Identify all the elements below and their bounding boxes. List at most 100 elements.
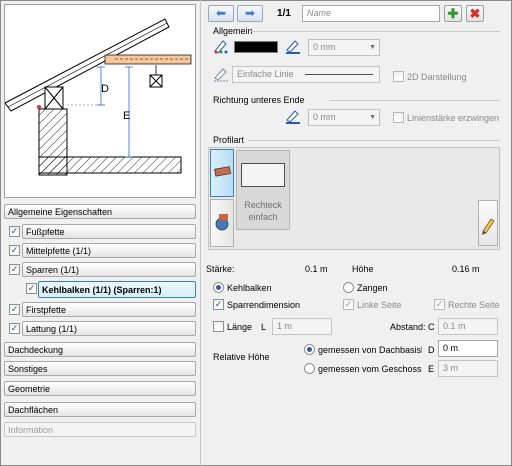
- profile-tab-library[interactable]: [210, 199, 234, 247]
- profile-rechteck-tile[interactable]: Rechteck einfach: [236, 150, 290, 230]
- tree-item-dachflaechen[interactable]: Dachflächen: [4, 402, 196, 417]
- abstand-label: Abstand:: [390, 322, 426, 332]
- tree-item-dachdeckung[interactable]: Dachdeckung: [4, 342, 196, 357]
- tree-item-label: Lattung (1/1): [26, 323, 78, 334]
- zangen-label: Zangen: [357, 283, 388, 293]
- radio-dachbasis[interactable]: [304, 344, 315, 355]
- radio-geschoss[interactable]: [304, 363, 315, 374]
- 2d-darstellung-label: 2D Darstellung: [407, 72, 467, 82]
- radio-zangen[interactable]: [343, 282, 354, 293]
- arrow-right-icon: ➡: [244, 6, 256, 20]
- element-counter: 1/1: [270, 5, 298, 22]
- tree-item-label: Information: [8, 424, 54, 435]
- profilart-separator: [248, 140, 500, 141]
- hoehe-label: Höhe: [352, 264, 374, 274]
- geschoss-input[interactable]: 3 m: [438, 360, 498, 377]
- abstand-input[interactable]: 0.1 m: [438, 318, 498, 335]
- line-type-field[interactable]: Einfache Linie: [232, 66, 380, 83]
- previous-button[interactable]: ⬅: [208, 5, 234, 22]
- tree-item-label: Sonstiges: [8, 363, 48, 374]
- tree-item-label: Fußpfette: [26, 226, 65, 237]
- pen-width-select[interactable]: 0 mm ▼: [308, 39, 380, 56]
- tree-item-lattung[interactable]: Lattung (1/1): [22, 321, 196, 336]
- end-pen-width-value: 0 mm: [313, 112, 336, 122]
- tree-item-label: Dachdeckung: [8, 344, 64, 355]
- line-type-value: Einfache Linie: [237, 69, 294, 79]
- abstand-letter: C: [428, 322, 435, 332]
- next-button[interactable]: ➡: [237, 5, 263, 22]
- checkbox-fusspfette[interactable]: ✓: [9, 226, 20, 237]
- tree-item-firstpfette[interactable]: Firstpfette: [22, 302, 196, 317]
- dachbasis-letter: D: [428, 345, 435, 355]
- laenge-label: Länge: [227, 322, 253, 332]
- profile-tab-beam[interactable]: [210, 149, 234, 197]
- checkbox-linienstaerke[interactable]: [393, 112, 404, 123]
- edit-profile-button[interactable]: [478, 200, 498, 246]
- richtung-title: Richtung unteres Ende: [213, 95, 305, 105]
- arrow-left-icon: ⬅: [215, 6, 227, 20]
- allgemein-title: Allgemein: [213, 26, 253, 36]
- profile-name: Rechteck einfach: [244, 200, 282, 222]
- checkbox-laenge[interactable]: [213, 321, 224, 332]
- plus-icon: ✚: [447, 6, 459, 21]
- tree-item-kehlbalken[interactable]: Kehlbalken (1/1) (Sparren:1): [38, 281, 196, 298]
- pen-color-swatch[interactable]: [234, 41, 278, 53]
- laenge-letter: L: [261, 322, 267, 332]
- roof-section-drawing: [4, 18, 192, 176]
- profile-library-icon: [215, 214, 229, 231]
- checkbox-sparren[interactable]: ✓: [9, 264, 20, 275]
- tree-item-label: Sparren (1/1): [26, 264, 80, 275]
- chevron-down-icon: ▼: [369, 44, 376, 51]
- pen-width-value: 0 mm: [313, 42, 336, 52]
- tree-item-sonstiges[interactable]: Sonstiges: [4, 361, 196, 376]
- checkbox-rechte-seite[interactable]: ✓: [434, 299, 445, 310]
- checkbox-mittelpfette[interactable]: ✓: [9, 245, 20, 256]
- tree-item-geometrie[interactable]: Geometrie: [4, 381, 196, 396]
- tree-item-fusspfette[interactable]: Fußpfette: [22, 224, 196, 239]
- dachbasis-label: gemessen von Dachbasislin: [318, 345, 422, 355]
- x-icon: ✖: [469, 6, 481, 21]
- laenge-input[interactable]: 1 m: [272, 318, 332, 335]
- geschoss-letter: E: [428, 364, 435, 374]
- chevron-down-icon: ▼: [369, 114, 376, 121]
- delete-button[interactable]: ✖: [466, 5, 484, 22]
- tree-item-sparren[interactable]: Sparren (1/1): [22, 262, 196, 277]
- rectangle-profile-icon: [241, 163, 285, 187]
- kehlbalken-label: Kehlbalken: [227, 283, 272, 293]
- linke-seite-label: Linke Seite: [357, 300, 402, 310]
- beam-profile-icon: [214, 166, 232, 177]
- line-type-sample: [305, 74, 373, 75]
- roof-preview: D E: [4, 4, 196, 198]
- tree-item-label: Mittelpfette (1/1): [26, 245, 92, 256]
- allgemein-separator: [250, 31, 500, 32]
- dimension-d-label: D: [101, 83, 109, 95]
- checkbox-firstpfette[interactable]: ✓: [9, 304, 20, 315]
- checkbox-lattung[interactable]: ✓: [9, 323, 20, 334]
- checkbox-kehlbalken[interactable]: ✓: [26, 283, 37, 294]
- pen-width-icon: [286, 40, 300, 54]
- add-button[interactable]: ✚: [444, 5, 462, 22]
- panel-divider: [200, 0, 201, 466]
- linienstaerke-label: Linienstärke erzwingen: [407, 113, 500, 123]
- richtung-separator: [330, 100, 500, 101]
- checkbox-2d-darstellung[interactable]: [393, 71, 404, 82]
- pen-color-icon: [214, 40, 228, 54]
- radio-kehlbalken[interactable]: [213, 282, 224, 293]
- tree-item-label: Kehlbalken (1/1) (Sparren:1): [42, 284, 162, 295]
- end-pen-width-select[interactable]: 0 mm ▼: [308, 109, 380, 126]
- dimension-e-label: E: [123, 110, 131, 122]
- dachbasis-input[interactable]: 0 m: [438, 340, 498, 357]
- pencil-icon: [482, 218, 495, 235]
- line-type-icon: [214, 68, 228, 82]
- checkbox-sparrendimension[interactable]: ✓: [213, 299, 224, 310]
- tree-item-allgemeine-eigenschaften[interactable]: Allgemeine Eigenschaften: [4, 204, 196, 219]
- profilart-title: Profilart: [213, 135, 245, 145]
- tree-item-mittelpfette[interactable]: Mittelpfette (1/1): [22, 243, 196, 258]
- staerke-value: 0.1 m: [305, 264, 328, 274]
- name-input[interactable]: Name: [302, 5, 440, 22]
- tree-item-label: Dachflächen: [8, 404, 59, 415]
- staerke-label: Stärke:: [206, 264, 235, 274]
- pen-width-icon-2: [286, 110, 300, 124]
- checkbox-linke-seite[interactable]: ✓: [343, 299, 354, 310]
- tree-item-label: Geometrie: [8, 383, 51, 394]
